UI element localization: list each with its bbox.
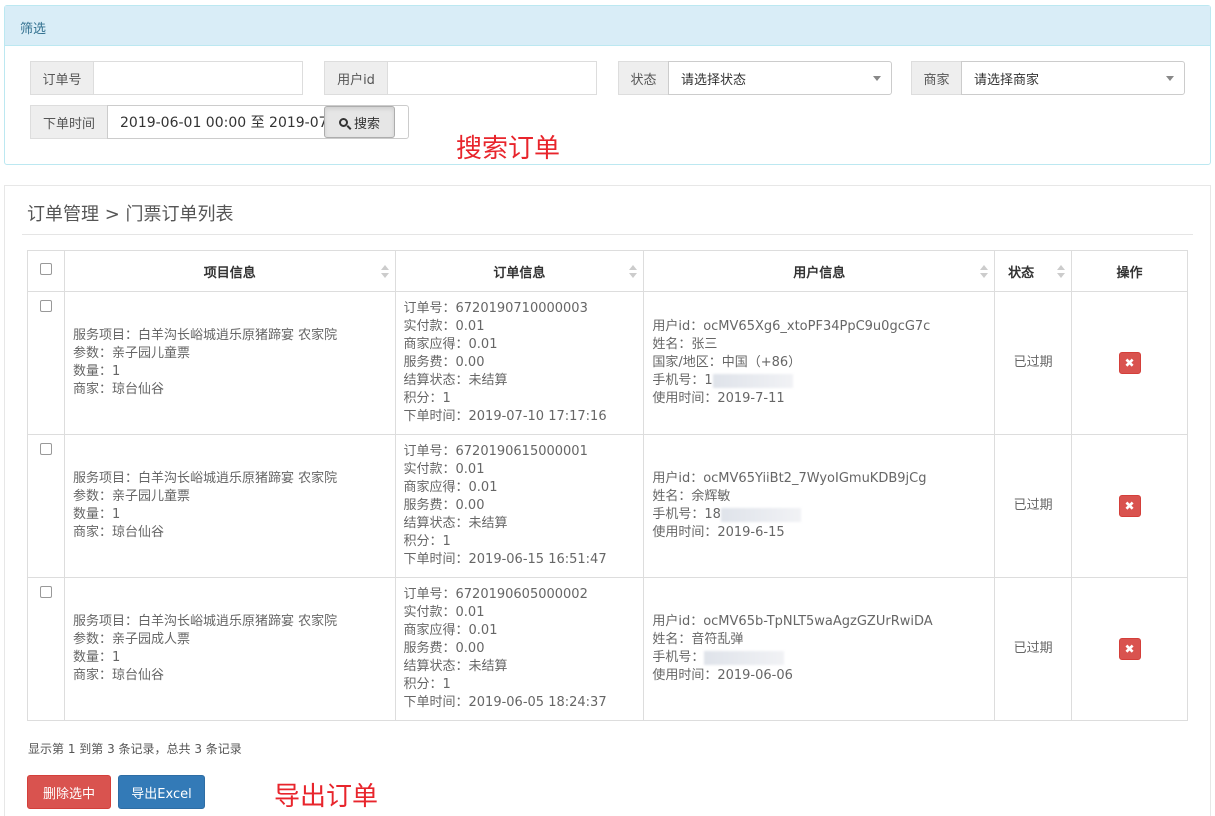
row-checkbox[interactable]	[39, 300, 52, 312]
user-info-cell: 用户id：ocMV65Xg6_xtoPF34PpC9u0gcG7c 姓名：张三 …	[643, 291, 996, 435]
project-info-cell: 服务项目：白羊沟长峪城逍乐原猪蹄宴 农家院 参数：亲子园成人票 数量：1 商家：…	[63, 577, 396, 721]
order-no-input[interactable]	[93, 61, 303, 95]
user-id-group: 用户id	[324, 61, 597, 95]
delete-row-button[interactable]: ✖	[1118, 495, 1141, 517]
order-time-label: 下单时间	[30, 105, 107, 139]
order-info-cell: 订单号：6720190710000003 实付款：0.01 商家应得：0.01 …	[394, 291, 645, 435]
search-button[interactable]: 搜索	[324, 106, 395, 138]
merchant-select-value: 请选择商家	[974, 72, 1040, 88]
header-order[interactable]: 订单信息	[394, 250, 645, 292]
order-no-group: 订单号	[30, 61, 303, 95]
merchant-label: 商家	[911, 61, 961, 95]
action-cell: ✖	[1071, 577, 1188, 721]
table-row: 服务项目：白羊沟长峪城逍乐原猪蹄宴 农家院 参数：亲子园儿童票 数量：1 商家：…	[27, 434, 1188, 578]
user-id-input[interactable]	[387, 61, 597, 95]
row-checkbox-cell	[27, 291, 65, 435]
header-status[interactable]: 状态	[994, 250, 1073, 292]
status-cell: 已过期	[994, 291, 1073, 435]
sort-icon	[380, 265, 389, 279]
order-info-cell: 订单号：6720190605000002 实付款：0.01 商家应得：0.01 …	[394, 577, 645, 721]
delete-row-button[interactable]: ✖	[1118, 638, 1141, 660]
header-project[interactable]: 项目信息	[63, 250, 396, 292]
chevron-down-icon	[1166, 76, 1174, 81]
pagination-summary: 显示第 1 到第 3 条记录，总共 3 条记录	[28, 742, 242, 756]
status-select-value: 请选择状态	[681, 72, 747, 88]
divider	[22, 234, 1193, 235]
user-id-label: 用户id	[324, 61, 387, 95]
status-select[interactable]: 请选择状态	[668, 61, 892, 95]
sort-icon	[980, 265, 989, 279]
row-checkbox-cell	[27, 434, 65, 578]
search-button-label: 搜索	[353, 116, 380, 132]
table-header-row: 项目信息 订单信息 用户信息 状态 操作	[27, 250, 1188, 292]
status-label: 状态	[618, 61, 668, 95]
table-row: 服务项目：白羊沟长峪城逍乐原猪蹄宴 农家院 参数：亲子园儿童票 数量：1 商家：…	[27, 291, 1188, 435]
redacted-phone	[704, 650, 785, 665]
delete-row-button[interactable]: ✖	[1118, 352, 1141, 374]
row-checkbox[interactable]	[39, 586, 52, 598]
search-annotation: 搜索订单	[456, 134, 561, 164]
table-row: 服务项目：白羊沟长峪城逍乐原猪蹄宴 农家院 参数：亲子园成人票 数量：1 商家：…	[27, 577, 1188, 721]
orders-table: 项目信息 订单信息 用户信息 状态 操作 服务项目：白羊沟长峪城逍乐原猪蹄宴 农…	[27, 250, 1188, 721]
action-cell: ✖	[1071, 291, 1188, 435]
sort-icon	[1057, 265, 1066, 279]
filter-heading: 筛选	[5, 6, 1210, 46]
header-user[interactable]: 用户信息	[643, 250, 996, 292]
merchant-group: 商家 请选择商家	[911, 61, 1185, 95]
select-all-cell	[27, 250, 65, 292]
delete-selected-button[interactable]: 删除选中	[27, 775, 111, 809]
merchant-select[interactable]: 请选择商家	[961, 61, 1185, 95]
row-checkbox[interactable]	[39, 443, 52, 455]
status-cell: 已过期	[994, 577, 1073, 721]
redacted-phone	[712, 373, 793, 388]
select-all-checkbox[interactable]	[39, 263, 52, 275]
row-checkbox-cell	[27, 577, 65, 721]
export-annotation: 导出订单	[274, 782, 379, 812]
order-no-label: 订单号	[30, 61, 93, 95]
project-info-cell: 服务项目：白羊沟长峪城逍乐原猪蹄宴 农家院 参数：亲子园儿童票 数量：1 商家：…	[63, 291, 396, 435]
action-cell: ✖	[1071, 434, 1188, 578]
sort-icon	[629, 265, 638, 279]
status-cell: 已过期	[994, 434, 1073, 578]
user-info-cell: 用户id：ocMV65YiiBt2_7WyoIGmuKDB9jCg 姓名：余辉敏…	[643, 434, 996, 578]
chevron-down-icon	[873, 76, 881, 81]
header-action: 操作	[1071, 250, 1188, 292]
user-info-cell: 用户id：ocMV65b-TpNLT5waAgzGZUrRwiDA 姓名：音符乱…	[643, 577, 996, 721]
project-info-cell: 服务项目：白羊沟长峪城逍乐原猪蹄宴 农家院 参数：亲子园儿童票 数量：1 商家：…	[63, 434, 396, 578]
search-icon	[338, 117, 348, 127]
breadcrumb: 订单管理 > 门票订单列表	[27, 204, 234, 225]
status-group: 状态 请选择状态	[618, 61, 892, 95]
order-info-cell: 订单号：6720190615000001 实付款：0.01 商家应得：0.01 …	[394, 434, 645, 578]
export-excel-button[interactable]: 导出Excel	[118, 775, 205, 809]
redacted-phone	[720, 507, 801, 522]
